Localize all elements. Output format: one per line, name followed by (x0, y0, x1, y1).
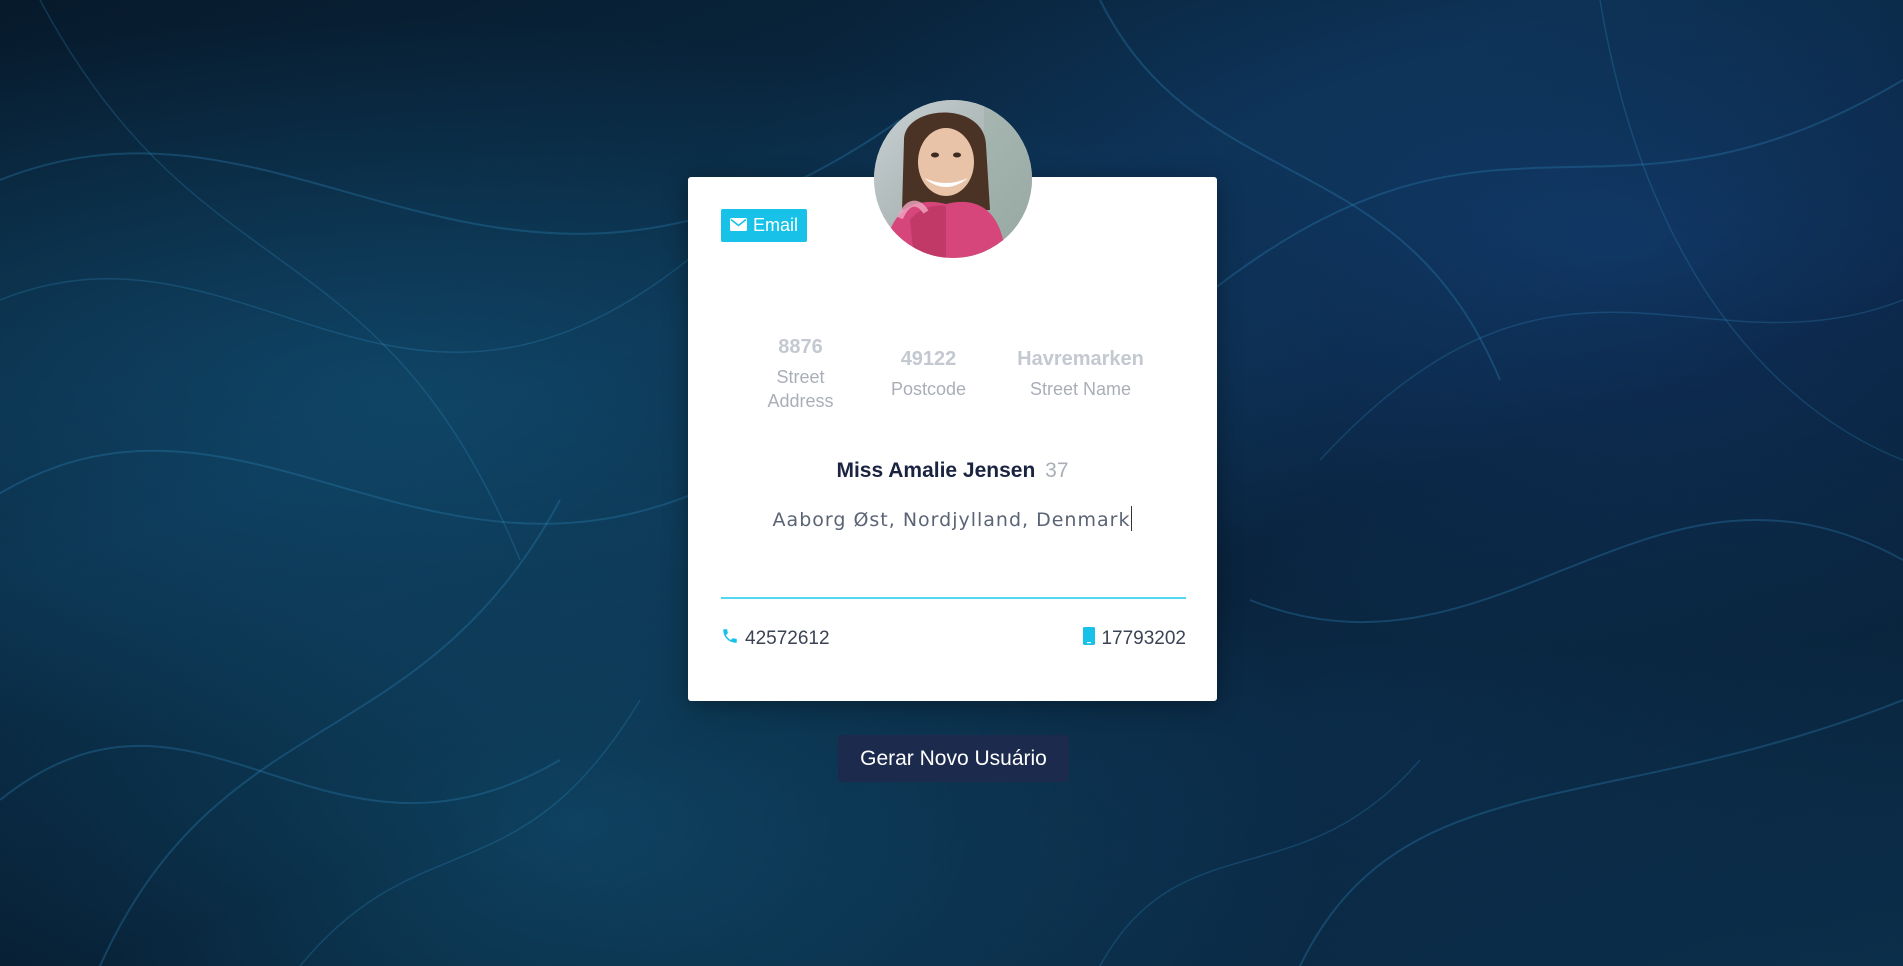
user-photo (874, 100, 1032, 258)
phone-icon (721, 627, 739, 651)
user-name: Miss Amalie Jensen (836, 459, 1036, 482)
postcode-value: 49122 (900, 347, 957, 370)
street-address-label: Street Address (767, 366, 834, 411)
text-caret (1131, 506, 1133, 531)
user-age: 37 (1045, 459, 1069, 482)
email-button[interactable]: Email (721, 209, 808, 242)
avatar (874, 100, 1032, 258)
user-location: Aaborg Øst, Nordjylland, Denmark (688, 506, 1217, 531)
street-number-value: 8876 (778, 335, 823, 358)
street-name-label: Street Name (1029, 378, 1132, 399)
location-text: Aaborg Øst, Nordjylland, Denmark (772, 509, 1131, 531)
envelope-icon (730, 215, 747, 236)
user-name-line: Miss Amalie Jensen 37 (688, 459, 1217, 483)
cell-item: 17793202 (1083, 627, 1186, 651)
divider (721, 597, 1186, 599)
generate-new-user-button[interactable]: Gerar Novo Usuário (838, 735, 1069, 782)
postcode-label: Postcode (890, 378, 967, 399)
stat-postcode: 49122 Postcode (865, 327, 993, 421)
cell-number: 17793202 (1101, 628, 1186, 649)
contact-row: 42572612 17793202 (721, 627, 1186, 651)
mobile-icon (1083, 627, 1096, 651)
street-name-value: Havremarken (1017, 347, 1144, 370)
stat-street-address: 8876 Street Address (737, 327, 865, 421)
address-stats: 8876 Street Address 49122 Postcode Havre… (688, 327, 1217, 421)
phone-item: 42572612 (721, 627, 830, 651)
phone-number: 42572612 (745, 628, 830, 649)
stat-street-name: Havremarken Street Name (993, 327, 1169, 421)
email-button-label: Email (753, 215, 799, 235)
